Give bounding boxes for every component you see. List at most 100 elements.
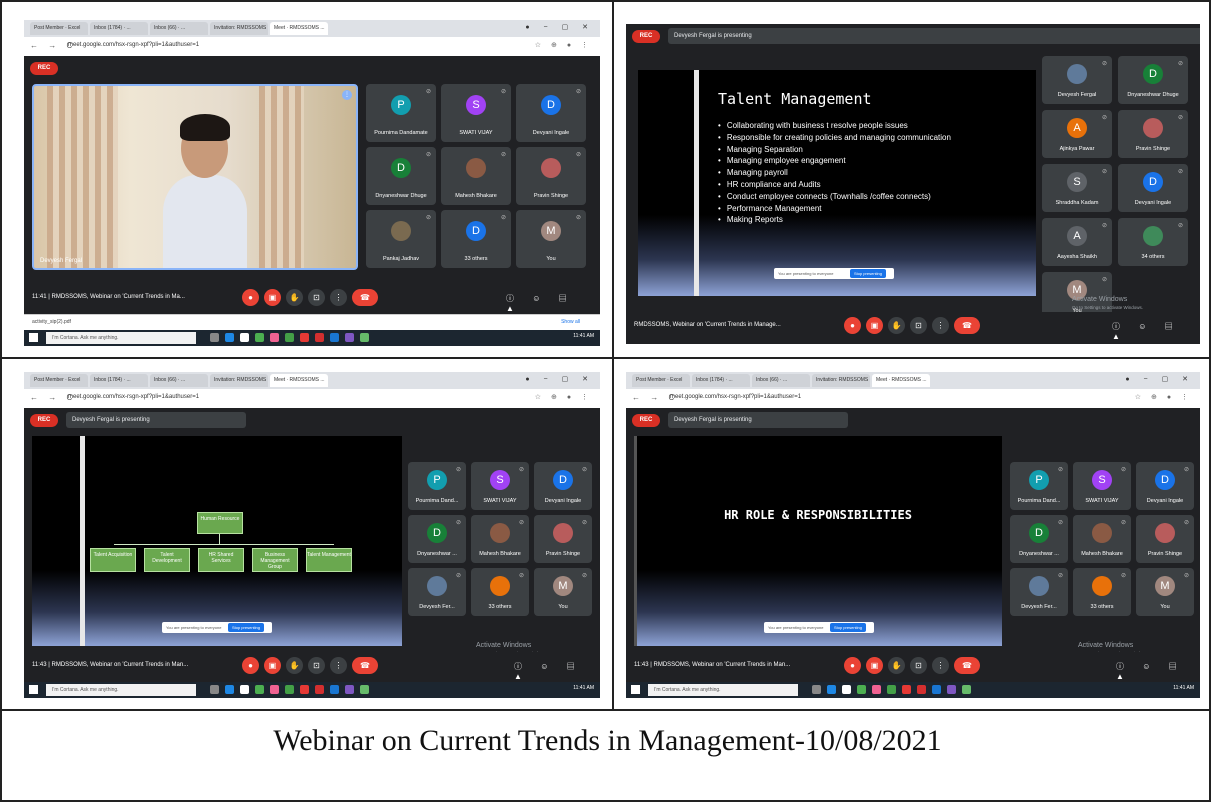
mic-button[interactable]: ● xyxy=(242,289,259,306)
participant-tile[interactable]: ⊘ M You xyxy=(1136,568,1194,616)
window-controls[interactable]: ● − ▢ ✕ xyxy=(1125,375,1194,383)
participant-tile[interactable]: ⊘ Devyesh Fer... xyxy=(408,568,466,616)
taskbar-app-icons[interactable] xyxy=(210,333,369,342)
raise-hand-button[interactable]: ✋ xyxy=(286,289,303,306)
mic-button[interactable]: ● xyxy=(242,657,259,674)
browser-tab[interactable]: Invitation: RMDSSOMS ... xyxy=(210,374,268,387)
mic-button[interactable]: ● xyxy=(844,657,861,674)
participant-tile[interactable]: ⊘ P Pournima Dand... xyxy=(408,462,466,510)
stop-presenting-button[interactable]: Stop presenting xyxy=(829,623,866,632)
browser-tab[interactable]: Post Member · Excel xyxy=(632,374,690,387)
taskbar-app-icons[interactable] xyxy=(210,685,369,694)
raise-hand-button[interactable]: ✋ xyxy=(286,657,303,674)
window-controls[interactable]: ● − ▢ ✕ xyxy=(525,23,594,31)
participant-tile[interactable]: ⊘ Pravin Shinge xyxy=(1136,515,1194,563)
participant-tile[interactable]: ⊘ S Shraddha Kadam xyxy=(1042,164,1112,212)
browser-extension-icons[interactable]: ☆ ⊕ ● ⋮ xyxy=(1135,393,1192,401)
windows-start-icon[interactable] xyxy=(631,685,640,694)
participant-tile[interactable]: ⊘ P Pournima Dandamate xyxy=(366,84,436,142)
browser-tab[interactable]: Post Member · Excel xyxy=(30,374,88,387)
side-panel-icons[interactable]: ⓘ ☺ ▤ ▲ xyxy=(1112,321,1200,341)
participant-tile[interactable]: ⊘ D Devyani Ingale xyxy=(1118,164,1188,212)
participant-tile[interactable]: ⊘ A Ajinkya Pawar xyxy=(1042,110,1112,158)
browser-tab[interactable]: Invitation: RMDSSOMS ... xyxy=(812,374,870,387)
participant-tile[interactable]: ⊘ A Aayesha Shaikh xyxy=(1042,218,1112,266)
participant-tile[interactable]: ⊘ Pankaj Jadhav xyxy=(366,210,436,268)
participant-tile[interactable]: ⊘ P Pournima Dand... xyxy=(1010,462,1068,510)
download-file[interactable]: activity_sip(2).pdf xyxy=(32,319,71,325)
present-button[interactable]: ⊡ xyxy=(308,289,325,306)
more-options-button[interactable]: ⋮ xyxy=(932,657,949,674)
end-call-button[interactable]: ☎ xyxy=(352,289,378,306)
participant-tile[interactable]: ⊘ Pravin Shinge xyxy=(516,147,586,205)
browser-extension-icons[interactable]: ☆ ⊕ ● ⋮ xyxy=(535,41,592,49)
present-button[interactable]: ⊡ xyxy=(910,657,927,674)
mic-button[interactable]: ● xyxy=(844,317,861,334)
windows-start-icon[interactable] xyxy=(29,333,38,342)
side-panel-icons[interactable]: ⓘ ☺ ▤ ▲ xyxy=(506,293,600,313)
stop-presenting-button[interactable]: Stop presenting xyxy=(849,269,886,278)
more-options-button[interactable]: ⋮ xyxy=(330,657,347,674)
participant-tile[interactable]: ⊘ M You xyxy=(516,210,586,268)
end-call-button[interactable]: ☎ xyxy=(954,657,980,674)
participant-tile[interactable]: ⊘ D Devyani Ingale xyxy=(534,462,592,510)
browser-tab[interactable]: Inbox (1784) · ... xyxy=(692,374,750,387)
browser-tab[interactable]: Inbox (1784) · ... xyxy=(90,374,148,387)
participant-tile[interactable]: ⊘ S SWATI VIJAY xyxy=(441,84,511,142)
present-button[interactable]: ⊡ xyxy=(910,317,927,334)
browser-tab-active[interactable]: Meet · RMDSSOMS ... xyxy=(872,374,930,387)
browser-tab[interactable]: Inbox (66) · ... xyxy=(150,374,208,387)
participant-tile[interactable]: ⊘ Pravin Shinge xyxy=(534,515,592,563)
participant-tile[interactable]: ⊘ Devyesh Fergal xyxy=(1042,56,1112,104)
browser-tab[interactable]: Post Member · Excel xyxy=(30,22,88,35)
participant-tile[interactable]: ⊘ M You xyxy=(534,568,592,616)
more-options-button[interactable]: ⋮ xyxy=(330,289,347,306)
participant-tile[interactable]: ⊘ S SWATI VIJAY xyxy=(1073,462,1131,510)
url-field[interactable]: meet.google.com/hsx-rsgn-xpf?pli=1&authu… xyxy=(670,394,801,400)
participant-tile[interactable]: ⊘ D Dnyaneshwar Dhuge xyxy=(366,147,436,205)
browser-tab[interactable]: Inbox (66) · ... xyxy=(150,22,208,35)
participant-tile[interactable]: ⊘ Mahesh Bhakare xyxy=(441,147,511,205)
camera-button[interactable]: ▣ xyxy=(866,317,883,334)
cortana-search[interactable]: I'm Cortana. Ask me anything. xyxy=(648,684,798,696)
speaker-video[interactable]: ⋮ Devyesh Fergal xyxy=(32,84,358,270)
participant-tile[interactable]: ⊘ D 33 others xyxy=(441,210,511,268)
windows-start-icon[interactable] xyxy=(29,685,38,694)
participant-tile[interactable]: ⊘ Devyesh Fer... xyxy=(1010,568,1068,616)
end-call-button[interactable]: ☎ xyxy=(352,657,378,674)
present-button[interactable]: ⊡ xyxy=(308,657,325,674)
url-field[interactable]: meet.google.com/hsx-rsgn-xpf?pli=1&authu… xyxy=(68,42,199,48)
cortana-search[interactable]: I'm Cortana. Ask me anything. xyxy=(46,684,196,696)
raise-hand-button[interactable]: ✋ xyxy=(888,657,905,674)
url-field[interactable]: meet.google.com/hsx-rsgn-xpf?pli=1&authu… xyxy=(68,394,199,400)
participant-tile[interactable]: ⊘ Pravin Shinge xyxy=(1118,110,1188,158)
browser-tab-active[interactable]: Meet · RMDSSOMS ... xyxy=(270,374,328,387)
show-all-link[interactable]: Show all xyxy=(561,319,580,325)
taskbar-app-icons[interactable] xyxy=(812,685,971,694)
participant-tile[interactable]: ⊘ D Devyani Ingale xyxy=(516,84,586,142)
window-controls[interactable]: ● − ▢ ✕ xyxy=(525,375,594,383)
participant-tile[interactable]: ⊘ D Dnyaneshwar ... xyxy=(1010,515,1068,563)
browser-tab[interactable]: Inbox (1784) · ... xyxy=(90,22,148,35)
side-panel-icons[interactable]: ⓘ ☺ ▤ ▲ xyxy=(1116,661,1200,681)
participant-tile[interactable]: ⊘ D Dnyaneshwar Dhuge xyxy=(1118,56,1188,104)
browser-tab-active[interactable]: Meet · RMDSSOMS ... xyxy=(270,22,328,35)
participant-tile[interactable]: ⊘ D Devyani Ingale xyxy=(1136,462,1194,510)
participant-tile[interactable]: ⊘ S SWATI VIJAY xyxy=(471,462,529,510)
participant-tile[interactable]: ⊘ D Dnyaneshwar ... xyxy=(408,515,466,563)
raise-hand-button[interactable]: ✋ xyxy=(888,317,905,334)
end-call-button[interactable]: ☎ xyxy=(954,317,980,334)
participant-tile[interactable]: ⊘ Mahesh Bhakare xyxy=(1073,515,1131,563)
camera-button[interactable]: ▣ xyxy=(866,657,883,674)
camera-button[interactable]: ▣ xyxy=(264,657,281,674)
side-panel-icons[interactable]: ⓘ ☺ ▤ ▲ xyxy=(514,661,600,681)
browser-extension-icons[interactable]: ☆ ⊕ ● ⋮ xyxy=(535,393,592,401)
browser-tab[interactable]: Invitation: RMDSSOMS ... xyxy=(210,22,268,35)
participant-tile[interactable]: ⊘ 33 others xyxy=(1073,568,1131,616)
stop-presenting-button[interactable]: Stop presenting xyxy=(227,623,264,632)
participant-tile[interactable]: ⊘ 33 others xyxy=(471,568,529,616)
participant-tile[interactable]: ⊘ Mahesh Bhakare xyxy=(471,515,529,563)
browser-tab[interactable]: Inbox (66) · ... xyxy=(752,374,810,387)
participant-tile[interactable]: ⊘ 34 others xyxy=(1118,218,1188,266)
more-options-button[interactable]: ⋮ xyxy=(932,317,949,334)
